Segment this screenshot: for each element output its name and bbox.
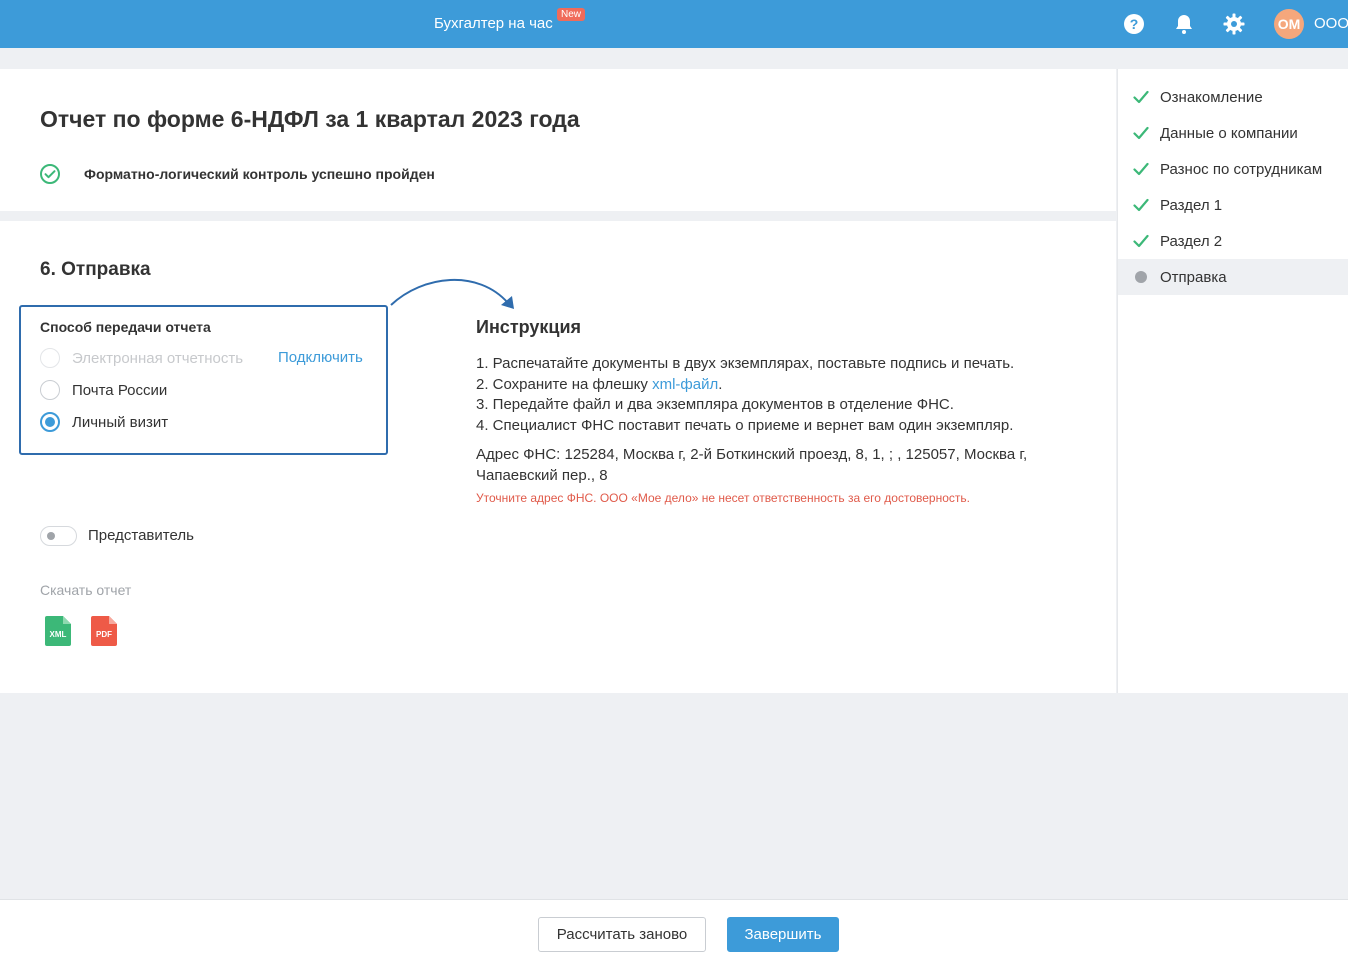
step-intro[interactable]: Ознакомление <box>1118 79 1348 115</box>
step-label: Разнос по сотрудникам <box>1160 160 1323 178</box>
step-label: Отправка <box>1160 268 1227 286</box>
step-label: Данные о компании <box>1160 124 1298 142</box>
radio-post-button[interactable] <box>40 380 60 400</box>
radio-visit-label[interactable]: Личный визит <box>72 414 168 431</box>
address-warning: Уточните адрес ФНС. ООО «Мое дело» не не… <box>476 491 970 505</box>
step-label: Раздел 2 <box>1160 232 1223 250</box>
xml-file-link[interactable]: xml-файл <box>652 376 718 393</box>
radio-electronic-button <box>40 348 60 368</box>
send-section-panel: 6. Отправка Способ передачи отчета Элект… <box>0 221 1116 693</box>
fns-address: Адрес ФНС: 125284, Москва г, 2-й Боткинс… <box>476 446 1028 484</box>
instruction-step: 2. Сохраните на флешку xml-файл. <box>476 375 723 393</box>
report-header-panel: Отчет по форме 6-НДФЛ за 1 квартал 2023 … <box>0 69 1116 211</box>
radio-visit[interactable]: Личный визит <box>40 411 168 433</box>
xml-file-icon[interactable]: XML <box>45 616 71 646</box>
step-label: Ознакомление <box>1160 88 1263 106</box>
instruction-title: Инструкция <box>476 317 582 337</box>
check-circle-icon <box>40 164 60 184</box>
pdf-file-label: PDF <box>96 630 112 639</box>
current-step-dot-icon <box>1132 268 1150 286</box>
representative-label: Представитель <box>88 527 194 544</box>
xml-file-label: XML <box>50 630 67 639</box>
top-bar: Бухгалтер на час New ? ОМ ООО <box>0 0 1348 48</box>
radio-post-label[interactable]: Почта России <box>72 382 167 399</box>
svg-text:?: ? <box>1130 16 1139 32</box>
transfer-method-label: Способ передачи отчета <box>40 319 211 335</box>
checkmark-icon <box>1132 124 1150 142</box>
step-section-2[interactable]: Раздел 2 <box>1118 223 1348 259</box>
org-name[interactable]: ООО <box>1314 15 1348 32</box>
step-label: Раздел 1 <box>1160 196 1223 214</box>
help-icon[interactable]: ? <box>1122 12 1146 36</box>
radio-post[interactable]: Почта России <box>40 379 167 401</box>
instruction-step: 4. Специалист ФНС поставит печать о прие… <box>476 416 1014 434</box>
bottom-action-bar: Рассчитать заново Завершить <box>0 899 1348 959</box>
checkmark-icon <box>1132 232 1150 250</box>
checkmark-icon <box>1132 196 1150 214</box>
checkmark-icon <box>1132 88 1150 106</box>
new-badge: New <box>557 8 586 21</box>
validation-status: Форматно-логический контроль успешно про… <box>84 166 435 182</box>
steps-sidebar: Ознакомление Данные о компании Разнос по… <box>1117 69 1348 693</box>
transfer-method-box: Способ передачи отчета Электронная отчет… <box>19 305 388 455</box>
radio-electronic-label: Электронная отчетность <box>72 349 244 367</box>
section-title: 6. Отправка <box>40 259 151 280</box>
gear-icon[interactable] <box>1222 12 1246 36</box>
page-title: Отчет по форме 6-НДФЛ за 1 квартал 2023 … <box>40 106 580 132</box>
accountant-promo-link[interactable]: Бухгалтер на час <box>434 15 553 32</box>
connect-link[interactable]: Подключить <box>278 349 363 366</box>
step-company-data[interactable]: Данные о компании <box>1118 115 1348 151</box>
step-send[interactable]: Отправка <box>1118 259 1348 295</box>
instruction-step: 3. Передайте файл и два экземпляра докум… <box>476 396 954 413</box>
recalculate-button[interactable]: Рассчитать заново <box>538 917 706 952</box>
download-label: Скачать отчет <box>40 582 132 598</box>
representative-toggle[interactable] <box>40 526 77 546</box>
radio-electronic: Электронная отчетность <box>40 347 243 369</box>
radio-visit-button[interactable] <box>40 412 60 432</box>
bell-icon[interactable] <box>1172 12 1196 36</box>
instruction-step: 1. Распечатайте документы в двух экземпл… <box>476 355 1015 372</box>
step-section-1[interactable]: Раздел 1 <box>1118 187 1348 223</box>
instruction-list: 1. Распечатайте документы в двух экземпл… <box>476 354 1076 436</box>
avatar[interactable]: ОМ <box>1274 9 1304 39</box>
step-employees[interactable]: Разнос по сотрудникам <box>1118 151 1348 187</box>
pdf-file-icon[interactable]: PDF <box>91 616 117 646</box>
curved-arrow-icon <box>390 278 514 309</box>
finish-button[interactable]: Завершить <box>727 917 839 952</box>
checkmark-icon <box>1132 160 1150 178</box>
